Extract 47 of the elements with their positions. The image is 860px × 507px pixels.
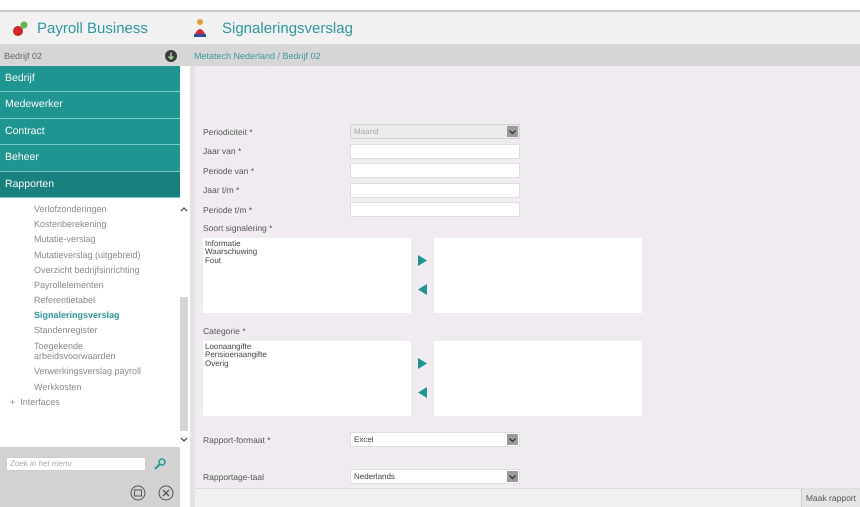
list-option[interactable]: Waarschuwing: [205, 248, 258, 256]
submenu-item[interactable]: Standenregister: [34, 325, 156, 336]
select-value: Nederlands: [354, 472, 395, 481]
field-label: Periodiciteit *: [203, 126, 254, 137]
menu-item[interactable]: Medewerker: [0, 92, 180, 119]
submenu-item[interactable]: Kostenberekening: [34, 219, 156, 230]
field-label: Jaar van *: [203, 146, 242, 156]
field-label: Rapportage-taal: [203, 472, 265, 482]
list-option[interactable]: Fout: [205, 256, 222, 265]
submenu-item[interactable]: Mutatie-verslag: [34, 234, 156, 245]
select-value: Maand: [354, 127, 378, 136]
field-label: Jaar t/m *: [203, 185, 240, 196]
submenu-item[interactable]: Toegekende arbeidsvoorwaarden: [34, 340, 156, 362]
field-label: Periode t/m *: [203, 204, 254, 215]
company-name: Bedrijf 02: [4, 50, 42, 60]
submenu-item[interactable]: Payrollelementen: [34, 280, 156, 290]
page-title: Signaleringsverslag: [222, 20, 353, 36]
breadcrumb[interactable]: Metatech Nederland / Bedrijf 02: [180, 50, 321, 60]
menu-item[interactable]: Rapporten: [0, 172, 180, 198]
list-option[interactable]: Pensioenaangifte: [205, 351, 267, 360]
app-name: Payroll Business: [37, 20, 148, 36]
submenu-group[interactable]: Interfaces: [20, 396, 60, 407]
submenu-item[interactable]: Werkkosten: [34, 382, 156, 392]
submenu-item[interactable]: Signaleringsverslag: [34, 310, 156, 321]
submenu-item[interactable]: Referentietabel: [34, 295, 156, 306]
submenu-item[interactable]: Verlofzonderingen: [34, 204, 156, 214]
list-option[interactable]: Loonaangifte: [205, 342, 252, 351]
submenu-item[interactable]: Verwerkingsverslag payroll: [34, 366, 156, 377]
list-option[interactable]: Overig: [205, 360, 229, 368]
available-list[interactable]: Informatie Waarschuwing Fout: [203, 238, 411, 312]
create-report-button[interactable]: Maak rapport: [800, 488, 860, 507]
menu-item[interactable]: Contract: [0, 118, 180, 146]
field-label: Rapport-formaat *: [203, 434, 272, 444]
available-list[interactable]: Loonaangifte Pensioenaangifte Overig: [203, 340, 411, 416]
list-option[interactable]: Informatie: [205, 240, 241, 248]
select-value: Excel: [354, 435, 374, 444]
dropdown-field[interactable]: Excel: [350, 432, 520, 447]
field-label: Soort signalering *: [203, 222, 274, 235]
expand-toggle[interactable]: +: [10, 396, 16, 407]
menu-item[interactable]: Beheer: [0, 145, 180, 172]
menu-item[interactable]: Bedrijf: [0, 66, 180, 92]
menu-search-field[interactable]: Zoek in het menu: [6, 456, 146, 471]
submenu-item[interactable]: Overzicht bedrijfsinrichting: [34, 264, 156, 276]
field-label: Categorie *: [203, 324, 247, 338]
submenu-item[interactable]: Mutatieverslag (uitgebreid): [34, 250, 156, 260]
dropdown-field[interactable]: Nederlands: [350, 469, 520, 484]
field-label: Periode van *: [203, 166, 256, 176]
